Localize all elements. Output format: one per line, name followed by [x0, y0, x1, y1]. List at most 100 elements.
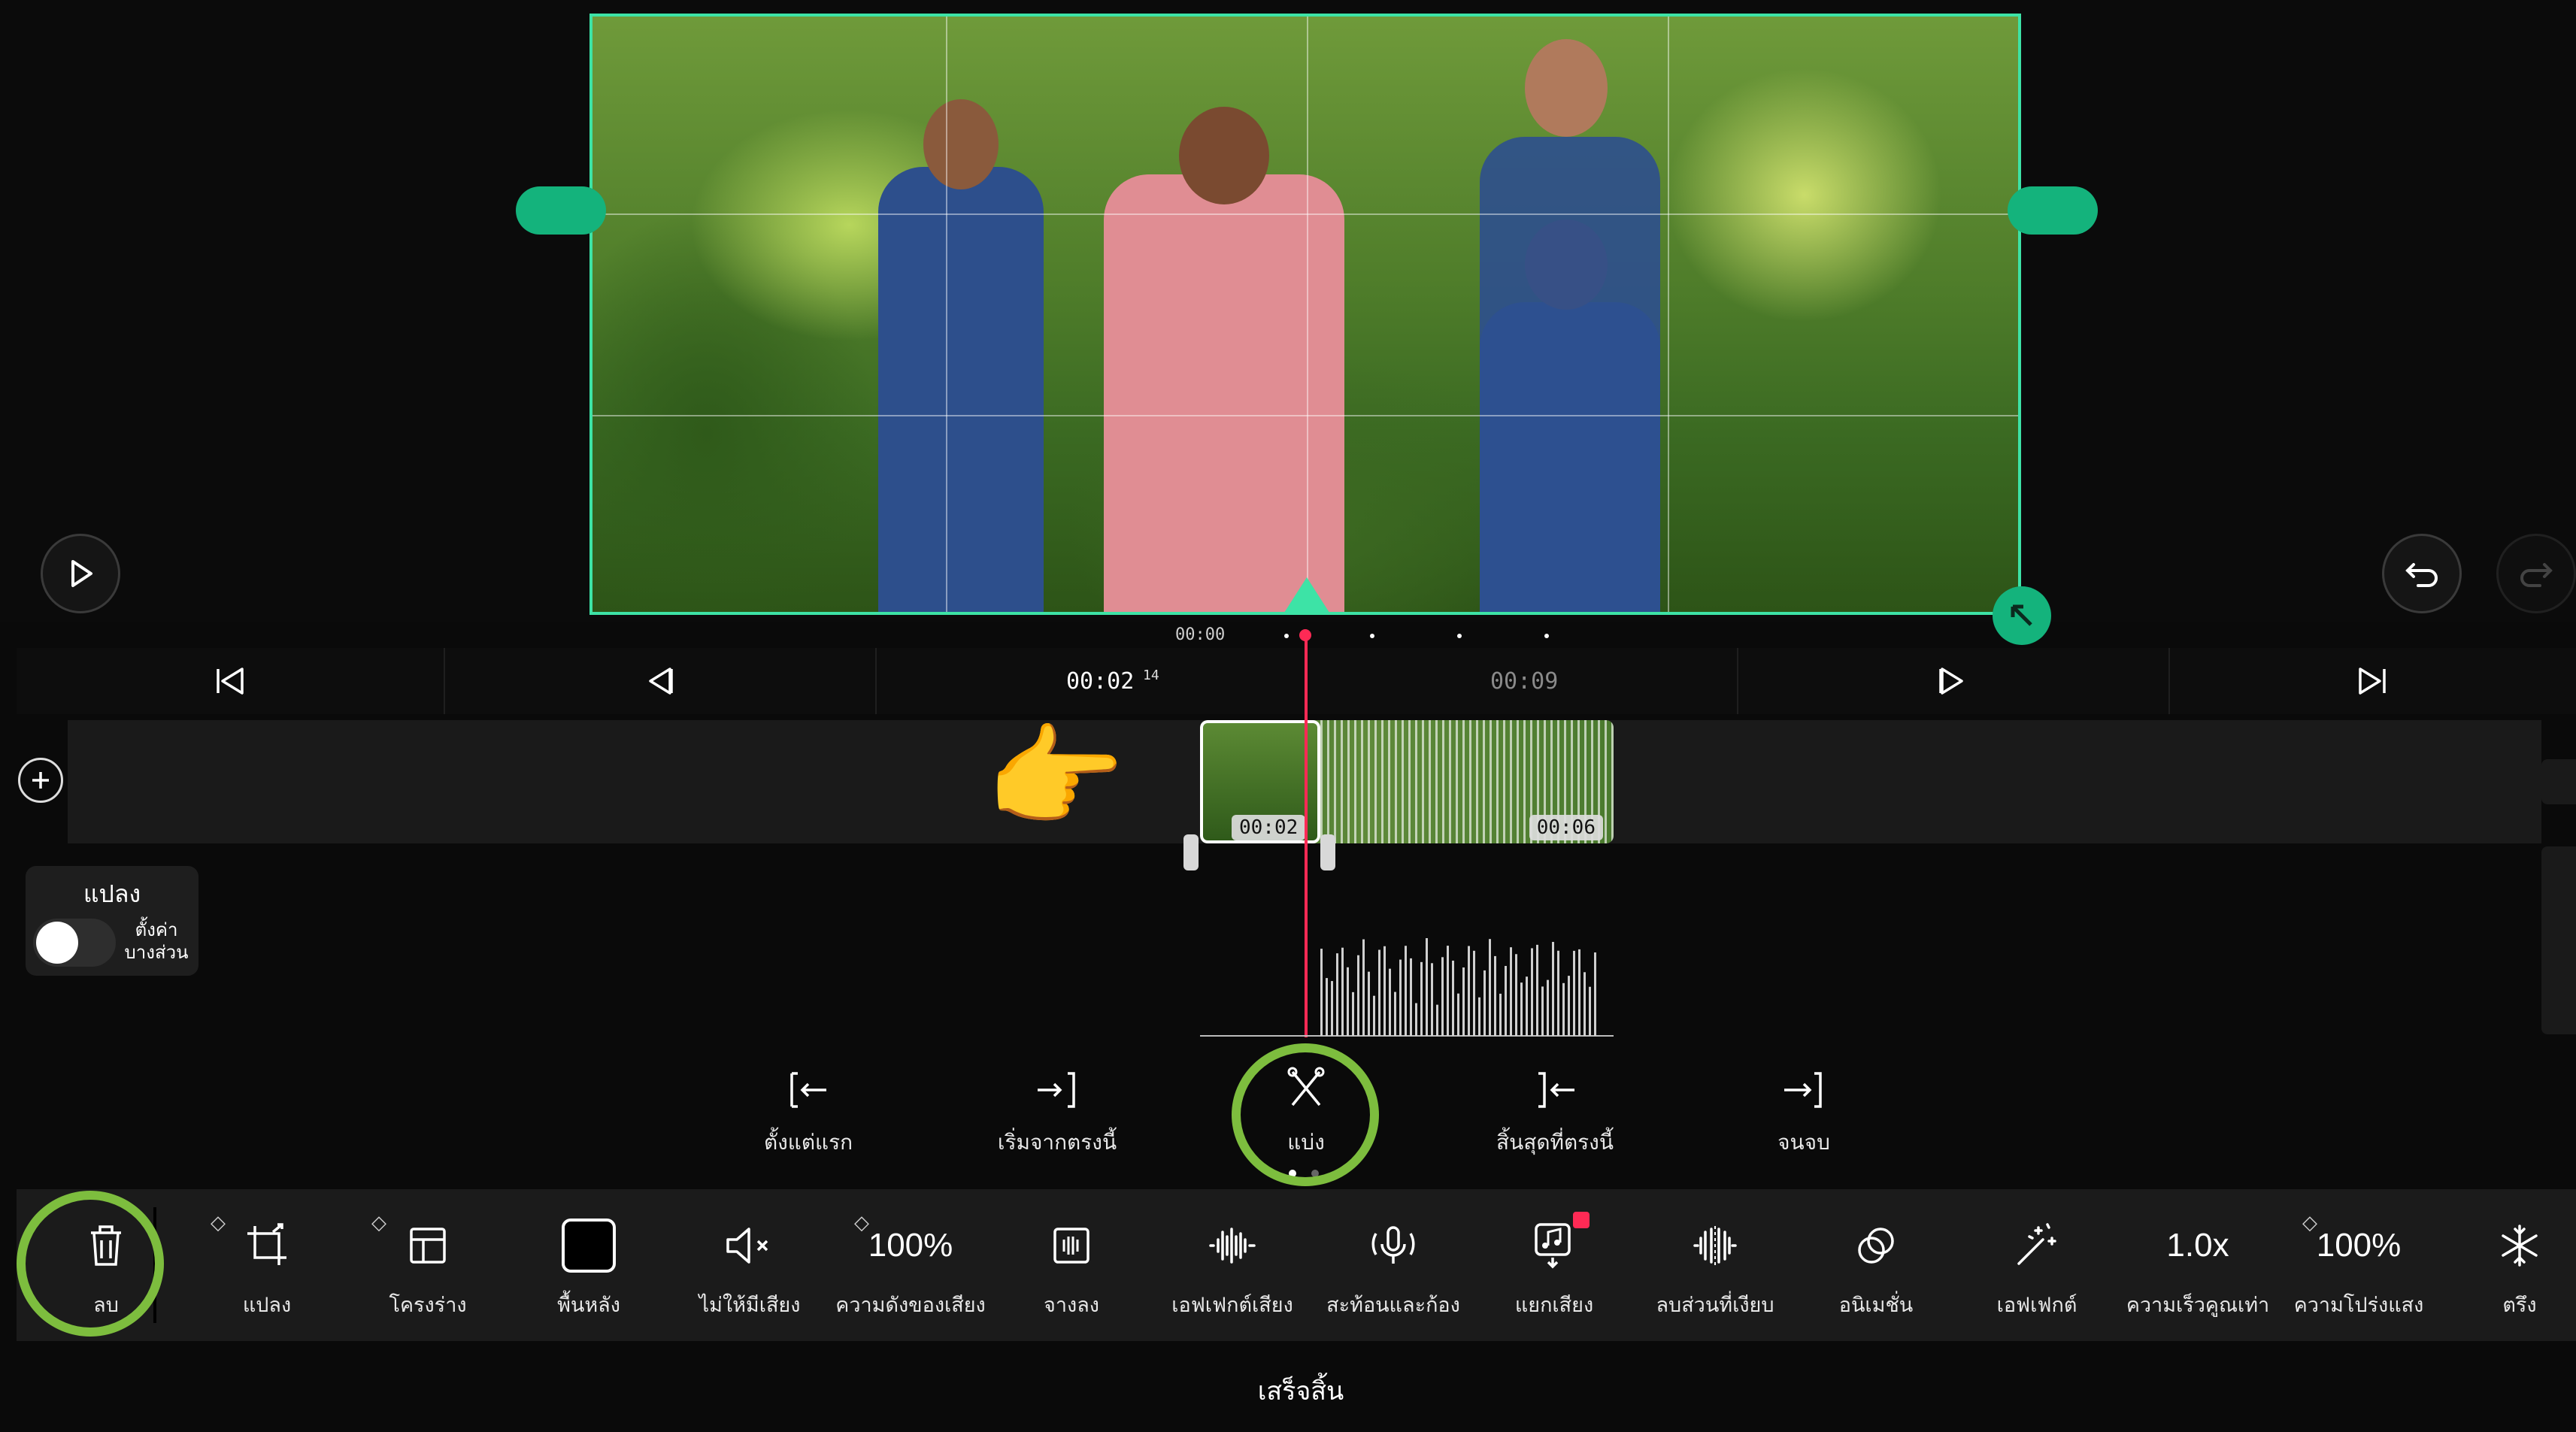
tool-label: แยกเสียง — [1514, 1294, 1594, 1317]
tool-label: โครงร่าง — [389, 1294, 467, 1317]
mute-icon — [669, 1219, 830, 1272]
trim-to-end-button[interactable]: จนจบ — [1714, 1066, 1894, 1159]
ruler-tick — [1457, 634, 1462, 638]
audio-panel-handle[interactable] — [2541, 846, 2576, 1034]
waveform-bar — [1431, 963, 1433, 1036]
waveform-bar — [1557, 950, 1559, 1036]
audio-effect-button[interactable]: เอฟเฟกต์เสียง — [1152, 1189, 1313, 1341]
skip-to-end-icon — [2359, 668, 2386, 695]
value-display: 1.0x — [2117, 1219, 2278, 1272]
tool-label: ตรึง — [2502, 1294, 2537, 1317]
skip-to-start-icon — [217, 668, 244, 695]
lock-icon — [1573, 1212, 1590, 1228]
extract-audio-button[interactable]: แยกเสียง — [1474, 1189, 1635, 1341]
keyframe-diamond-icon: ◇ — [2302, 1212, 2317, 1234]
animation-button[interactable]: อนิเมชั่น — [1796, 1189, 1956, 1341]
waveform-bar — [1352, 992, 1354, 1036]
edit-toolbar: ลบ แปลง ◇ โครงร่าง ◇ พื้นหลัง ไม่ให้มีเสียง 100… — [17, 1189, 2576, 1341]
right-resize-handle[interactable] — [2008, 186, 2098, 235]
tool-label: ความโปร่งแสง — [2293, 1294, 2424, 1317]
speed-button[interactable]: 1.0x ความเร็วคูณเท่า — [2117, 1189, 2278, 1341]
background-square-icon — [508, 1219, 669, 1273]
start-from-here-button[interactable]: เริ่มจากตรงนี้ — [967, 1066, 1147, 1159]
jump-to-start-button[interactable] — [17, 648, 445, 714]
time-ruler[interactable]: 00:00 — [0, 622, 2576, 648]
ruler-tick — [1370, 634, 1374, 638]
clip-right-duration: 00:06 — [1529, 815, 1603, 840]
trim-from-start-button[interactable]: ตั้งแต่แรก — [718, 1066, 899, 1159]
person-figure — [1104, 174, 1344, 612]
waveform-bar — [1473, 950, 1475, 1036]
video-frame-image — [592, 17, 2018, 612]
waveform-bar — [1505, 965, 1507, 1036]
add-track-button[interactable] — [18, 758, 63, 803]
trim-handle-right[interactable] — [1320, 834, 1335, 870]
video-preview[interactable] — [589, 14, 2021, 615]
play-button[interactable] — [41, 534, 120, 613]
volume-button[interactable]: 100% ความดังของเสียง ◇ — [830, 1189, 991, 1341]
video-clip[interactable]: 00:02 00:06 — [1200, 720, 1614, 843]
track-menu-handle[interactable] — [2541, 759, 2576, 804]
waveform-bar — [1426, 938, 1428, 1036]
magic-wand-icon — [1956, 1219, 2117, 1272]
trim-from-start-icon — [790, 1072, 826, 1108]
pointing-hand-emoji: 👉 — [985, 713, 1126, 843]
layout-button[interactable]: โครงร่าง ◇ — [347, 1189, 508, 1341]
echo-mic-button[interactable]: สะท้อนและก้อง — [1313, 1189, 1474, 1341]
plus-icon — [32, 772, 49, 789]
waveform-bar — [1452, 960, 1454, 1036]
waveform-bar — [1562, 982, 1565, 1036]
tool-label: เอฟเฟกต์ — [1996, 1294, 2077, 1317]
tool-label: ความดังของเสียง — [835, 1294, 986, 1317]
background-square-button[interactable]: พื้นหลัง — [508, 1189, 669, 1341]
playhead-dot[interactable] — [1299, 629, 1311, 641]
partial-setting-label: ตั้งค่า บางส่วน — [124, 919, 189, 963]
undo-button[interactable] — [2382, 534, 2462, 613]
waveform-bar — [1326, 978, 1328, 1036]
mute-button[interactable]: ไม่ให้มีเสียง — [669, 1189, 830, 1341]
jump-to-end-button[interactable] — [2168, 648, 2576, 714]
person-figure — [878, 167, 1044, 612]
keyframe-diamond-icon: ◇ — [211, 1212, 226, 1234]
step-back-icon — [649, 668, 673, 695]
remove-silence-button[interactable]: ลบส่วนที่เงียบ — [1635, 1189, 1796, 1341]
redo-button[interactable] — [2496, 534, 2576, 613]
magic-wand-button[interactable]: เอฟเฟกต์ — [1956, 1189, 2117, 1341]
done-button[interactable]: เสร็จสิ้น — [1128, 1359, 1474, 1422]
ruler-tick — [1284, 634, 1289, 638]
waveform-bar — [1415, 1003, 1417, 1036]
waveform-bar — [1536, 944, 1538, 1036]
opacity-button[interactable]: 100% ความโปร่งแสง ◇ — [2278, 1189, 2439, 1341]
waveform-bar — [1420, 961, 1423, 1036]
waveform-bar — [1510, 947, 1512, 1036]
transform-panel: แปลง ตั้งค่า บางส่วน — [26, 866, 199, 976]
end-here-icon — [1538, 1072, 1574, 1108]
waveform-bar — [1362, 939, 1365, 1036]
crop-transform-button[interactable]: แปลง ◇ — [186, 1189, 347, 1341]
fade-button[interactable]: จางลง — [991, 1189, 1152, 1341]
start-from-here-icon — [1038, 1072, 1075, 1108]
left-resize-handle[interactable] — [516, 186, 606, 235]
end-here-button[interactable]: สิ้นสุดที่ตรงนี้ — [1465, 1066, 1645, 1159]
previous-frame-button[interactable] — [444, 648, 877, 714]
waveform-bar — [1457, 993, 1459, 1036]
keyframe-diamond-icon: ◇ — [371, 1212, 386, 1234]
waveform-bar — [1478, 997, 1480, 1036]
snowflake-freeze-button[interactable]: ตรึง — [2439, 1189, 2576, 1341]
next-frame-button[interactable] — [1737, 648, 2170, 714]
end-here-label: สิ้นสุดที่ตรงนี้ — [1496, 1130, 1614, 1155]
waveform-bar — [1373, 995, 1375, 1036]
partial-setting-toggle[interactable] — [33, 919, 116, 967]
waveform-bar — [1357, 955, 1359, 1036]
trim-handle-left[interactable] — [1183, 834, 1199, 870]
waveform-bar — [1489, 939, 1491, 1036]
tool-label: ลบส่วนที่เงียบ — [1656, 1294, 1774, 1317]
waveform-bar — [1368, 971, 1370, 1036]
echo-mic-icon — [1313, 1219, 1474, 1272]
clip-left-duration: 00:02 — [1232, 815, 1306, 840]
center-anchor-icon[interactable] — [1283, 577, 1331, 615]
waveform-bar — [1515, 954, 1517, 1036]
grid-line — [946, 17, 947, 612]
keyframe-diamond-icon: ◇ — [854, 1212, 869, 1234]
total-time: 00:09 — [1490, 668, 1559, 695]
